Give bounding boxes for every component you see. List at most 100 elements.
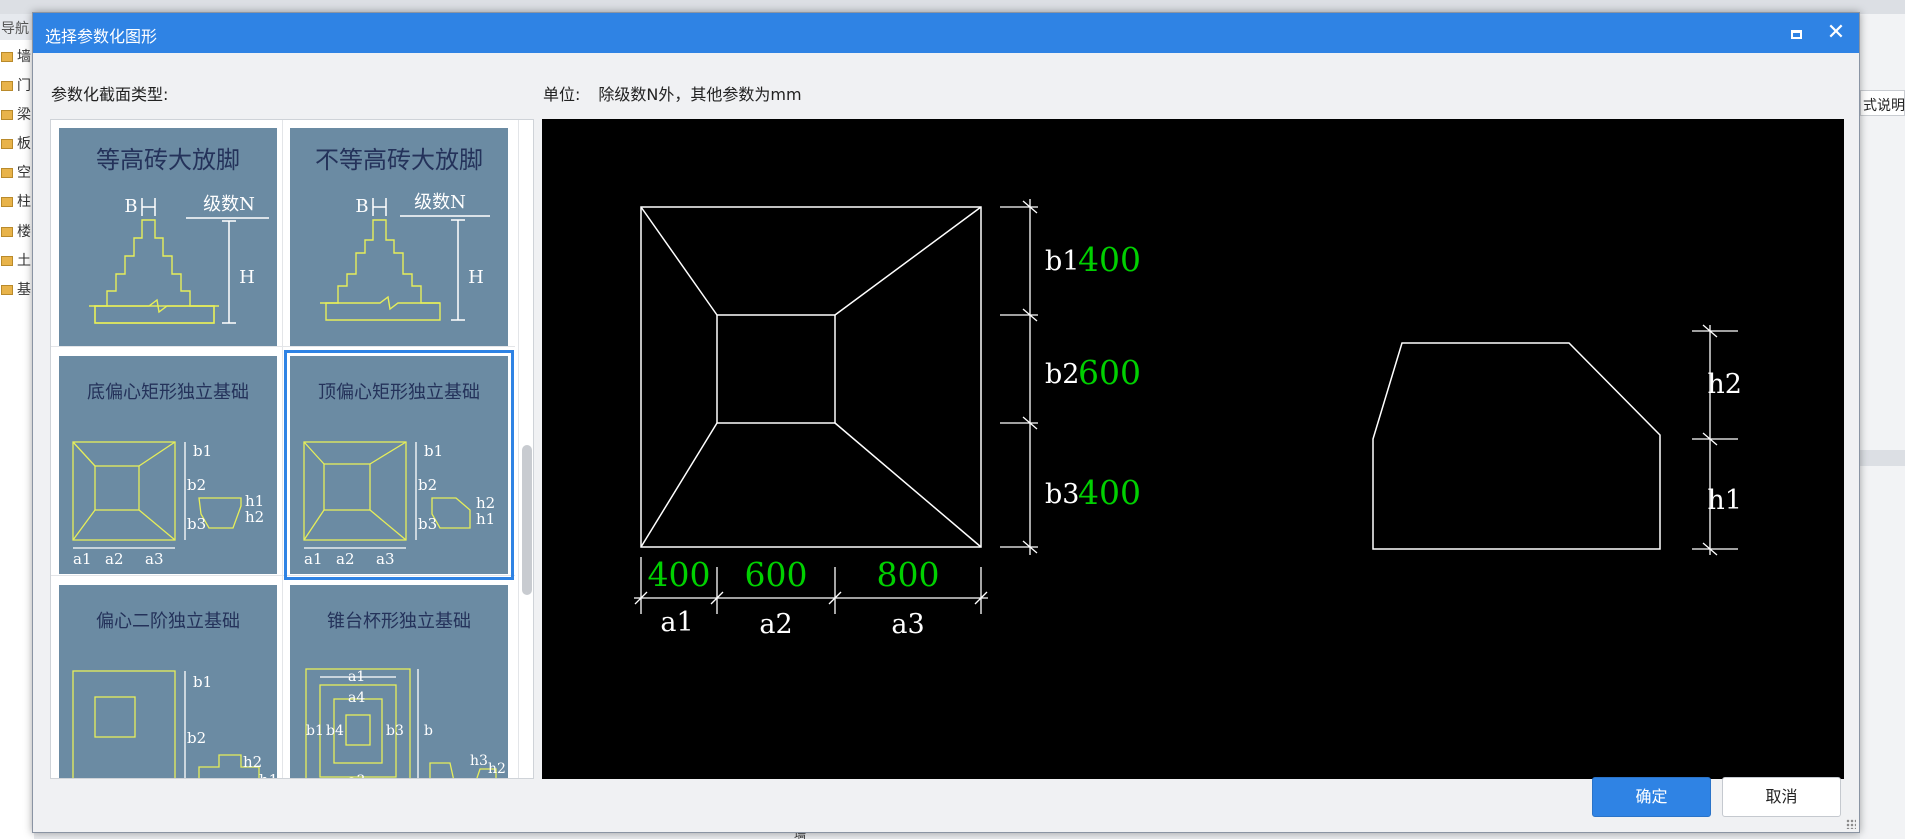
shape-thumbnail[interactable]: 不等高砖大放脚 B 级数N H (290, 128, 508, 346)
background-strip (1860, 450, 1905, 466)
thumbnail-label: 级数N (414, 192, 466, 213)
shape-thumbnail-selected[interactable]: 顶偏心矩形独立基础 b1 b2 b3 h2 h1 a1 a2 a3 (284, 350, 514, 580)
dim-label-a2: a2 (759, 609, 792, 640)
gallery-divider (282, 120, 283, 778)
thumbnail-label: b (424, 723, 433, 739)
resize-grip-icon[interactable] (1846, 819, 1856, 829)
thumbnail-title: 等高砖大放脚 (96, 146, 240, 174)
section-view (1372, 342, 1661, 550)
folder-icon (1, 227, 13, 237)
dim-value-b1[interactable]: 400 (1078, 240, 1141, 279)
eccentric-two-step-footing-figure: 偏心二阶独立基础 b1 b2 b3 h2 h1 (72, 611, 277, 779)
folder-icon (1, 110, 13, 120)
unit-caption: 单位: (543, 85, 581, 104)
background-right-panel: 式说明 (1860, 14, 1905, 839)
thumbnail-shape (72, 670, 260, 778)
scrollbar-thumb[interactable] (522, 445, 532, 595)
unit-text: 除级数N外，其他参数为mm (598, 85, 802, 104)
thumbnail-dimension-lines (73, 442, 186, 549)
nav-item[interactable]: 柱 (0, 191, 34, 211)
dialog-titlebar[interactable]: 选择参数化图形 ✕ (33, 13, 1859, 53)
nav-item[interactable]: 墙 (0, 46, 34, 66)
thumbnail-shape (320, 219, 441, 321)
thumbnail-dimension-lines (141, 198, 269, 324)
thumbnail-label: h1 (259, 771, 277, 779)
thumbnail-labels: b1 b2 b3 h2 h1 a1 a2 a3 (304, 442, 495, 568)
dim-value-a3[interactable]: 800 (877, 555, 940, 594)
thumbnail-label: 级数N (203, 194, 255, 215)
thumbnail-shape (72, 441, 242, 541)
thumbnail-label: b3 (418, 515, 437, 533)
thumbnail-dimension-lines (372, 198, 490, 321)
thumbnail-label: h2 (245, 508, 264, 526)
thumbnail-label: a1 (304, 550, 323, 568)
unit-label: 单位: 除级数N外，其他参数为mm (543, 81, 802, 105)
thumbnail-title: 底偏心矩形独立基础 (87, 382, 249, 403)
thumbnail-title: 不等高砖大放脚 (315, 146, 483, 174)
gallery-scrollbar[interactable] (518, 120, 533, 778)
thumbnail-label: b1 (306, 723, 324, 739)
nav-item[interactable]: 空 (0, 162, 34, 182)
nav-panel-header: 导航 (0, 14, 34, 40)
close-button[interactable]: ✕ (1821, 18, 1851, 48)
shape-thumbnail[interactable]: 等高砖大放脚 B 级数N H (59, 128, 277, 346)
equal-height-brick-footing-figure: 等高砖大放脚 B 级数N H (89, 146, 269, 324)
thumbnail-label: a1 (73, 550, 92, 568)
thumbnail-title: 顶偏心矩形独立基础 (318, 382, 480, 403)
folder-icon (1, 139, 13, 149)
thumbnail-shape (89, 219, 219, 324)
thumbnail-label: a3 (145, 550, 164, 568)
maximize-button[interactable] (1781, 18, 1811, 48)
dim-label-b3: b3 (1045, 479, 1079, 510)
thumbnail-label: a4 (348, 690, 365, 706)
nav-item[interactable]: 门 (0, 75, 34, 95)
thumbnail-label: b2 (187, 729, 206, 747)
nav-item[interactable]: 基 (0, 279, 34, 299)
thumbnail-label: H (239, 267, 255, 288)
thumbnail-label: b2 (418, 476, 437, 494)
shape-thumbnail[interactable]: 偏心二阶独立基础 b1 b2 b3 h2 h1 (59, 585, 277, 779)
dim-value-b2[interactable]: 600 (1078, 353, 1141, 392)
folder-icon (1, 168, 13, 178)
background-tab[interactable]: 式说明 (1860, 90, 1905, 116)
thumbnail-dimension-lines (304, 442, 417, 549)
cancel-button[interactable]: 取消 (1722, 777, 1841, 817)
shape-thumbnail[interactable]: 底偏心矩形独立基础 b1 b2 b3 h1 h2 a1 a2 a3 (59, 356, 277, 574)
thumbnail-label: a3 (376, 550, 395, 568)
dim-value-a2[interactable]: 600 (745, 555, 808, 594)
dialog-title: 选择参数化图形 (45, 27, 158, 46)
dim-label-b2: b2 (1045, 359, 1079, 390)
nav-item[interactable]: 梁 (0, 104, 34, 124)
tapered-cup-footing-figure: 锥台杯形独立基础 a1 a4 b1 b4 b3 b a3 h3 h2 h1 (305, 611, 506, 779)
dim-label-h2: h2 (1707, 369, 1742, 400)
plan-dimension-labels: a1 a2 a3 b1 b2 b3 (660, 246, 1079, 640)
nav-item[interactable]: 板 (0, 133, 34, 153)
thumbnail-label: a2 (105, 550, 124, 568)
thumbnail-shape (303, 441, 471, 541)
thumbnail-label: b3 (386, 723, 404, 739)
dim-value-b3[interactable]: 400 (1078, 473, 1141, 512)
folder-icon (1, 197, 13, 207)
plan-dimension-lines (634, 199, 1038, 614)
thumbnail-label: a2 (336, 550, 355, 568)
dim-value-a1[interactable]: 400 (648, 555, 711, 594)
nav-item[interactable]: 土 (0, 250, 34, 270)
dim-label-a3: a3 (891, 609, 924, 640)
ok-button[interactable]: 确定 (1592, 777, 1711, 817)
gallery-divider (51, 575, 515, 576)
background-navigation-panel: 导航 墙 门 梁 板 空 柱 楼 土 基 (0, 14, 34, 839)
shape-thumbnail[interactable]: 锥台杯形独立基础 a1 a4 b1 b4 b3 b a3 h3 h2 h1 (290, 585, 508, 779)
dim-label-a1: a1 (660, 607, 693, 638)
thumbnail-label: a3 (348, 773, 365, 779)
shape-gallery: 等高砖大放脚 B 级数N H 不等高砖大放脚 B 级数N H 底偏心矩形独立基础… (50, 119, 534, 779)
top-eccentric-rect-footing-figure: 顶偏心矩形独立基础 b1 b2 b3 h2 h1 a1 a2 a3 (303, 382, 495, 568)
gallery-divider (51, 346, 515, 347)
nav-item[interactable]: 楼 (0, 221, 34, 241)
thumbnail-labels: b1 b2 b3 h2 h1 (187, 673, 277, 779)
close-icon: ✕ (1826, 20, 1846, 45)
dim-label-b1: b1 (1045, 246, 1079, 277)
thumbnail-label: B (355, 196, 368, 217)
thumbnail-label: h1 (476, 510, 495, 528)
thumbnail-title: 锥台杯形独立基础 (327, 611, 471, 632)
plan-dimension-values: 400 600 800 400 600 400 (648, 240, 1142, 594)
